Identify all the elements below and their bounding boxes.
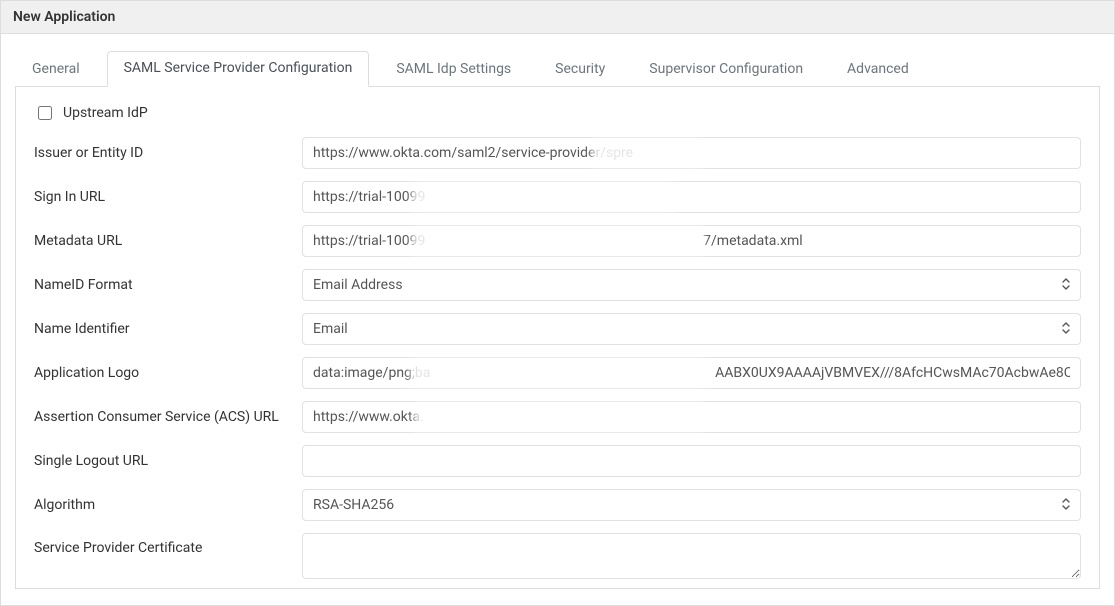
algorithm-select[interactable]: RSA-SHA256 (302, 489, 1081, 521)
metadata-input[interactable] (302, 225, 1081, 257)
sp-cert-label: Service Provider Certificate (34, 533, 302, 556)
name-identifier-label: Name Identifier (34, 321, 302, 337)
bottom-fade (16, 578, 1099, 588)
nameid-format-select[interactable]: Email Address (302, 269, 1081, 301)
window-body: General SAML Service Provider Configurat… (1, 34, 1114, 603)
tab-security[interactable]: Security (538, 52, 622, 87)
name-identifier-value: Email (313, 321, 348, 337)
issuer-input[interactable] (302, 137, 1081, 169)
acs-label: Assertion Consumer Service (ACS) URL (34, 409, 302, 425)
updown-icon (1062, 498, 1070, 512)
algorithm-label: Algorithm (34, 497, 302, 513)
updown-icon (1062, 278, 1070, 292)
upstream-idp-row: Upstream IdP (34, 103, 1081, 123)
slo-label: Single Logout URL (34, 453, 302, 469)
signin-label: Sign In URL (34, 189, 302, 205)
algorithm-value: RSA-SHA256 (313, 497, 394, 513)
nameid-format-label: NameID Format (34, 277, 302, 293)
app-logo-input[interactable] (302, 357, 1081, 389)
slo-row: Single Logout URL (34, 445, 1081, 477)
issuer-row: Issuer or Entity ID (34, 137, 1081, 169)
app-logo-row: Application Logo (34, 357, 1081, 389)
signin-input[interactable] (302, 181, 1081, 213)
slo-input[interactable] (302, 445, 1081, 477)
new-application-window: New Application General SAML Service Pro… (0, 0, 1115, 606)
metadata-label: Metadata URL (34, 233, 302, 249)
sp-cert-row: Service Provider Certificate (34, 533, 1081, 583)
signin-row: Sign In URL (34, 181, 1081, 213)
nameid-format-value: Email Address (313, 277, 403, 293)
app-logo-label: Application Logo (34, 365, 302, 381)
issuer-label: Issuer or Entity ID (34, 145, 302, 161)
window-title: New Application (1, 1, 1114, 34)
acs-input[interactable] (302, 401, 1081, 433)
name-identifier-select[interactable]: Email (302, 313, 1081, 345)
tab-supervisor-config[interactable]: Supervisor Configuration (632, 52, 820, 87)
tab-content-saml-sp: Upstream IdP Issuer or Entity ID Sign In… (15, 87, 1100, 589)
acs-row: Assertion Consumer Service (ACS) URL (34, 401, 1081, 433)
tab-general[interactable]: General (15, 52, 97, 87)
tab-saml-sp-config[interactable]: SAML Service Provider Configuration (107, 51, 370, 87)
tab-saml-idp-settings[interactable]: SAML Idp Settings (379, 52, 528, 87)
tab-advanced[interactable]: Advanced (830, 52, 926, 87)
metadata-row: Metadata URL (34, 225, 1081, 257)
nameid-format-row: NameID Format Email Address (34, 269, 1081, 301)
upstream-idp-label: Upstream IdP (63, 105, 148, 121)
algorithm-row: Algorithm RSA-SHA256 (34, 489, 1081, 521)
name-identifier-row: Name Identifier Email (34, 313, 1081, 345)
tabs-bar: General SAML Service Provider Configurat… (15, 34, 1100, 87)
sp-cert-textarea[interactable] (302, 533, 1081, 579)
updown-icon (1062, 322, 1070, 336)
upstream-idp-checkbox[interactable] (38, 106, 52, 120)
